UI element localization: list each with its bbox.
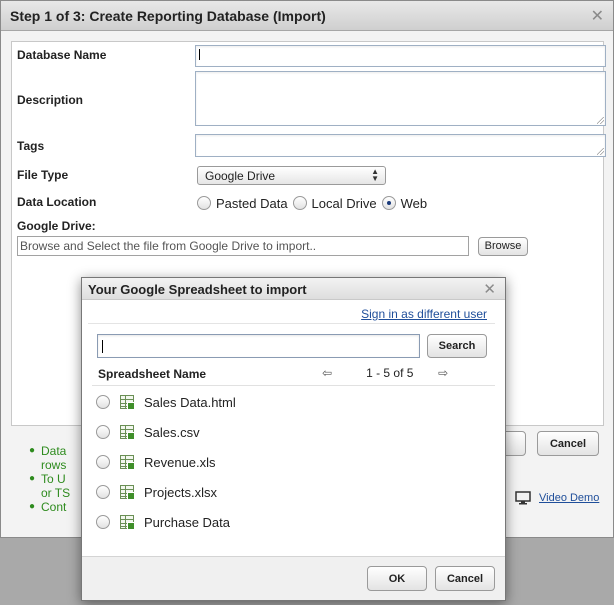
sign-in-different-user-link[interactable]: Sign in as different user — [361, 307, 487, 321]
spreadsheet-picker-modal: Your Google Spreadsheet to import ✕ Sign… — [81, 277, 506, 601]
text-caret — [102, 340, 103, 353]
modal-title: Your Google Spreadsheet to import — [88, 282, 307, 297]
pager: ⇦ 1 - 5 of 5 ⇨ — [322, 366, 448, 380]
radio-button[interactable] — [96, 515, 110, 529]
cancel-button[interactable]: Cancel — [435, 566, 495, 591]
modal-titlebar: Your Google Spreadsheet to import ✕ — [82, 278, 505, 300]
file-name: Revenue.xls — [144, 454, 216, 470]
list-item[interactable]: Sales Data.html — [96, 394, 236, 410]
divider — [92, 385, 495, 386]
list-item[interactable]: Revenue.xls — [96, 454, 216, 470]
spreadsheet-icon — [120, 455, 135, 470]
list-item[interactable]: Purchase Data — [96, 514, 230, 530]
file-name: Sales Data.html — [144, 394, 236, 410]
modal-overlay: Your Google Spreadsheet to import ✕ Sign… — [0, 0, 614, 605]
close-icon[interactable]: ✕ — [483, 280, 496, 298]
search-input[interactable] — [97, 334, 420, 358]
spreadsheet-icon — [120, 515, 135, 530]
radio-button[interactable] — [96, 395, 110, 409]
file-name: Projects.xlsx — [144, 484, 217, 500]
next-page-icon[interactable]: ⇨ — [438, 366, 448, 380]
radio-button[interactable] — [96, 425, 110, 439]
radio-button[interactable] — [96, 485, 110, 499]
spreadsheet-icon — [120, 485, 135, 500]
list-item[interactable]: Projects.xlsx — [96, 484, 217, 500]
modal-footer: OK Cancel — [82, 556, 505, 600]
divider — [88, 323, 495, 324]
file-name: Purchase Data — [144, 514, 230, 530]
spreadsheet-icon — [120, 395, 135, 410]
spreadsheet-icon — [120, 425, 135, 440]
search-button[interactable]: Search — [427, 334, 487, 358]
file-name: Sales.csv — [144, 424, 200, 440]
list-item[interactable]: Sales.csv — [96, 424, 200, 440]
ok-button[interactable]: OK — [367, 566, 427, 591]
prev-page-icon[interactable]: ⇦ — [322, 366, 332, 380]
page-range: 1 - 5 of 5 — [366, 366, 414, 380]
radio-button[interactable] — [96, 455, 110, 469]
spreadsheet-name-header: Spreadsheet Name — [98, 367, 207, 381]
